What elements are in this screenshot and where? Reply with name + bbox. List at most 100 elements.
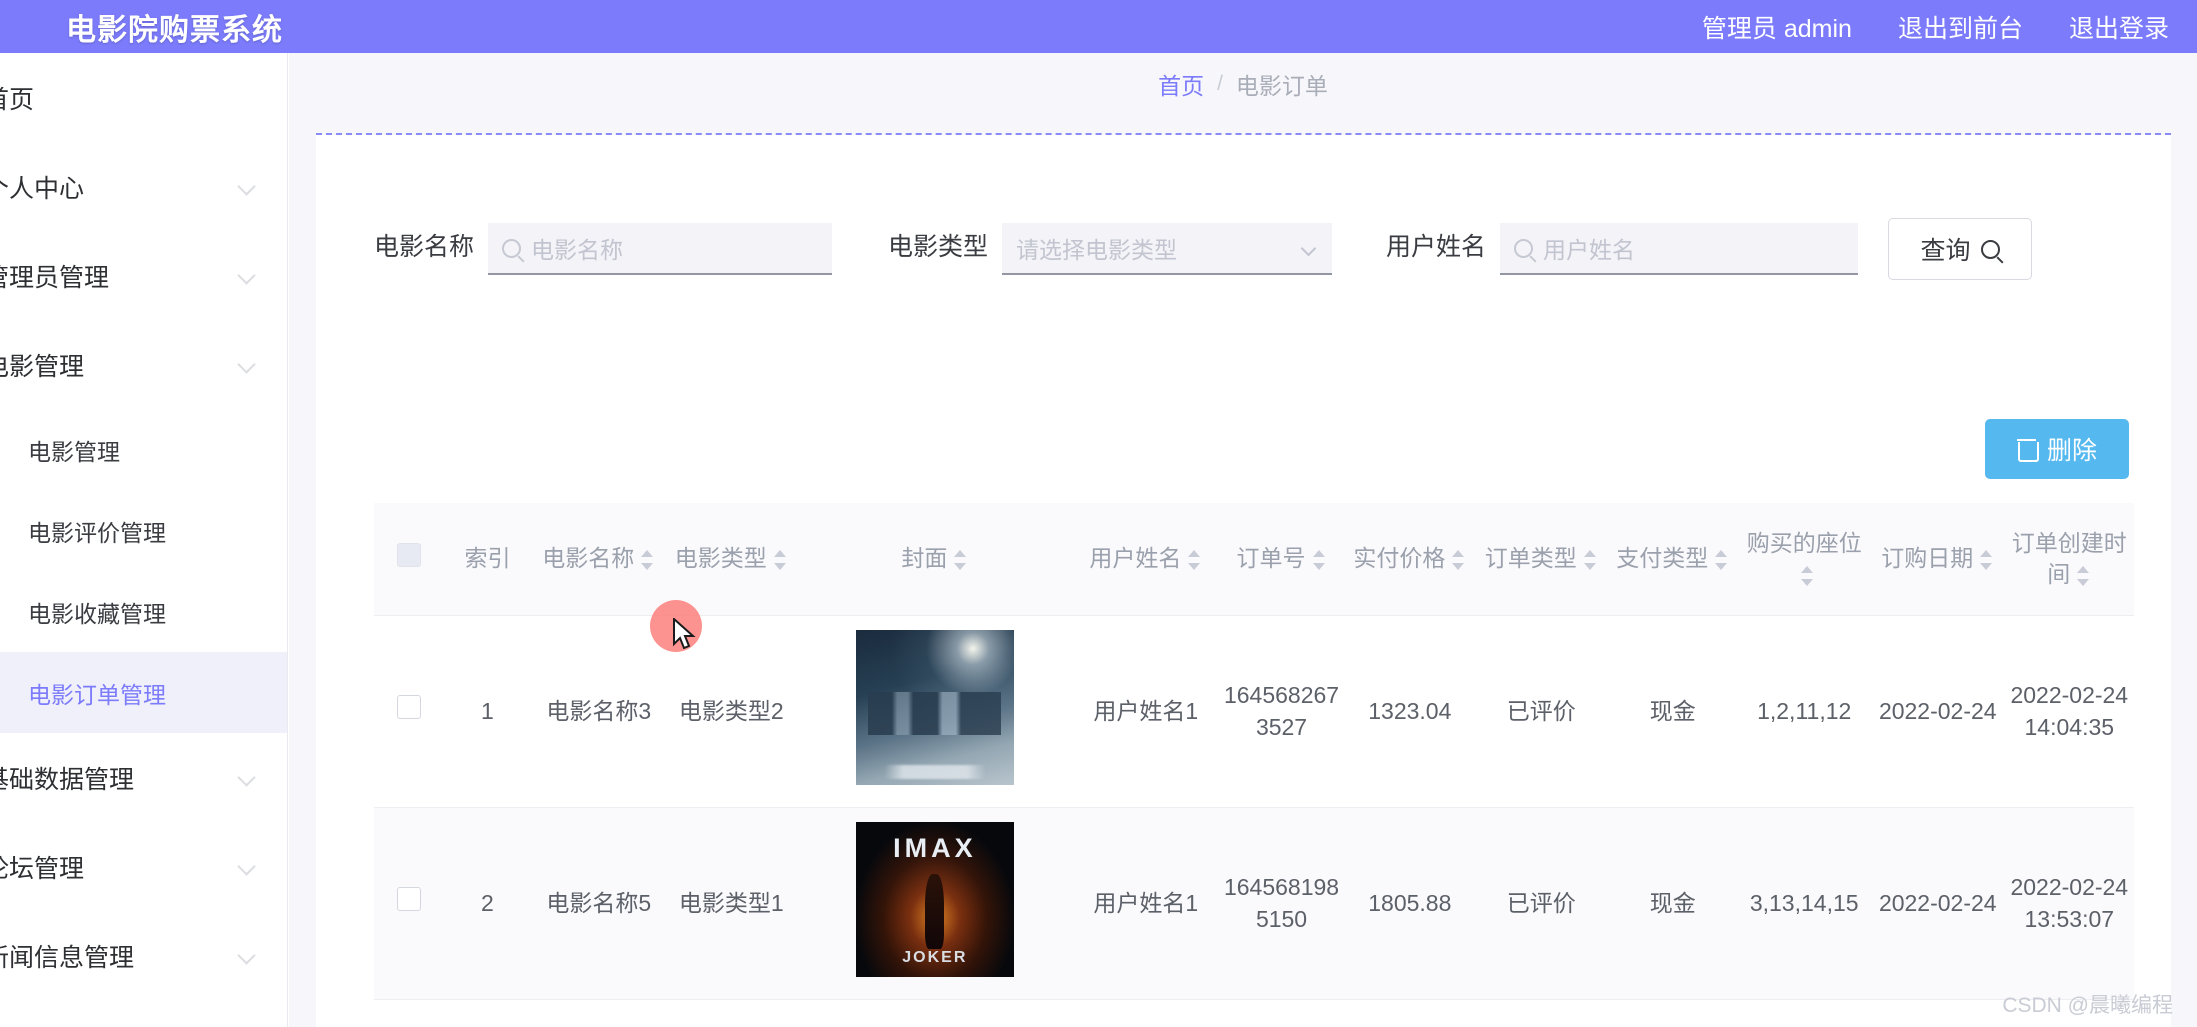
sort-icon[interactable]: [2075, 563, 2091, 589]
movie-name-filter: 电影名称 电影名称: [374, 223, 833, 275]
trash-icon: [2016, 438, 2039, 462]
movie-type-select[interactable]: 请选择电影类型: [1002, 223, 1333, 275]
table-row[interactable]: 2 电影名称5 电影类型1 IMAX JOKER 用户姓名1 164568198…: [374, 807, 2134, 1000]
query-button-label: 查询: [1920, 237, 1971, 265]
cell-movie-name: 电影名称3: [530, 615, 667, 808]
admin-user-label[interactable]: 管理员 admin: [1702, 9, 1852, 45]
column-label: 电影名称: [542, 545, 635, 572]
column-header-created-at[interactable]: 订单创建时间: [2004, 503, 2134, 616]
column-header-price[interactable]: 实付价格: [1345, 503, 1475, 616]
movie-poster-image[interactable]: [855, 629, 1014, 785]
table-row[interactable]: 1 电影名称3 电影类型2 用户姓名1 1645682673527 1323.0…: [374, 615, 2134, 808]
sidebar-nav: 首页 个人中心 管理员管理 电影管理 电影管理 电影评价管理 电影收藏管理 电影…: [0, 53, 288, 1027]
sidebar-item-label: 首页: [0, 85, 35, 114]
poster-title-text: JOKER: [902, 949, 968, 967]
column-label: 订单类型: [1484, 545, 1577, 572]
sidebar-subitem-label: 电影评价管理: [28, 519, 166, 546]
query-button[interactable]: 查询: [1888, 218, 2033, 280]
sidebar-subitem-movie-order-management[interactable]: 电影订单管理: [0, 652, 287, 733]
chevron-down-icon: [237, 354, 259, 376]
sort-icon[interactable]: [772, 547, 788, 573]
select-all-header: [374, 503, 444, 616]
column-label: 电影类型: [674, 545, 767, 572]
sidebar-item-label: 新闻信息管理: [0, 943, 135, 972]
sidebar-item-news-info-management[interactable]: 新闻信息管理: [0, 911, 287, 1000]
cell-order-type: 已评价: [1474, 807, 1609, 1000]
breadcrumb-home-link[interactable]: 首页: [1158, 67, 1204, 101]
sidebar-item-movie-management[interactable]: 电影管理: [0, 320, 287, 409]
orders-table-wrapper: 索引 电影名称 电影类型 封面 用户姓名 订单号 实付价格 订单类型 支付类型 …: [374, 503, 2134, 1027]
cell-created-at: 2022-02-24 14:04:35: [2004, 615, 2134, 808]
column-header-order-type[interactable]: 订单类型: [1474, 503, 1609, 616]
exit-to-frontend-link[interactable]: 退出到前台: [1898, 9, 2023, 45]
user-name-filter: 用户姓名 用户姓名: [1386, 223, 1859, 275]
movie-name-input[interactable]: 电影名称: [488, 223, 833, 275]
sidebar-item-basic-data-management[interactable]: 基础数据管理: [0, 733, 287, 822]
sort-icon[interactable]: [1799, 563, 1815, 589]
cell-pay-type: 现金: [1608, 615, 1738, 808]
column-header-index: 索引: [443, 503, 531, 616]
sort-icon[interactable]: [952, 547, 968, 573]
sidebar-item-label: 电影管理: [0, 352, 85, 381]
sidebar-subitem-movie-favorite-management[interactable]: 电影收藏管理: [0, 571, 287, 652]
cell-order-no: 1645681985150: [1217, 807, 1346, 1000]
movie-poster-image[interactable]: IMAX JOKER: [855, 821, 1014, 977]
logout-link[interactable]: 退出登录: [2069, 9, 2169, 45]
sidebar-item-home[interactable]: 首页: [0, 53, 287, 142]
sidebar-item-label: 管理员管理: [0, 263, 110, 292]
column-label: 订单号: [1236, 545, 1306, 572]
sidebar-item-label: 论坛管理: [0, 854, 85, 883]
chevron-down-icon: [237, 767, 259, 789]
sort-icon[interactable]: [1713, 547, 1729, 573]
chevron-down-icon: [1302, 243, 1318, 253]
sort-icon[interactable]: [1978, 547, 1994, 573]
column-label: 支付类型: [1616, 545, 1709, 572]
user-name-input[interactable]: 用户姓名: [1500, 223, 1859, 275]
breadcrumb-separator-icon: /: [1217, 72, 1223, 95]
header-actions: 管理员 admin 退出到前台 退出登录: [1702, 9, 2169, 45]
sidebar-item-label: 个人中心: [0, 174, 85, 203]
sort-icon[interactable]: [1311, 547, 1327, 573]
column-header-cover[interactable]: 封面: [795, 503, 1074, 616]
movie-type-placeholder: 请选择电影类型: [1016, 237, 1178, 263]
sort-icon[interactable]: [1450, 547, 1466, 573]
sidebar-item-personal-center[interactable]: 个人中心: [0, 142, 287, 231]
column-header-user-name[interactable]: 用户姓名: [1073, 503, 1218, 616]
column-label: 订单创建时间: [2011, 529, 2127, 587]
search-icon: [1514, 238, 1534, 258]
column-header-order-date[interactable]: 订购日期: [1870, 503, 2005, 616]
row-checkbox[interactable]: [396, 695, 421, 719]
cell-price: 1323.04: [1345, 615, 1475, 808]
sidebar-subitem-movie-management[interactable]: 电影管理: [0, 409, 287, 490]
cell-seats: 3,13,14,15: [1737, 807, 1871, 1000]
search-filter-bar: 电影名称 电影名称 电影类型 请选择电影类型 用户姓名 用户姓名 查询: [316, 209, 2171, 289]
sort-icon[interactable]: [1186, 547, 1202, 573]
column-header-seats[interactable]: 购买的座位: [1737, 503, 1871, 616]
movie-name-label: 电影名称: [374, 233, 475, 261]
column-header-movie-name[interactable]: 电影名称: [530, 503, 667, 616]
column-header-pay-type[interactable]: 支付类型: [1608, 503, 1738, 616]
select-all-checkbox[interactable]: [396, 542, 421, 567]
column-header-order-no[interactable]: 订单号: [1217, 503, 1346, 616]
sidebar-subitem-label: 电影收藏管理: [28, 600, 166, 627]
cell-movie-type: 电影类型2: [666, 615, 796, 808]
user-name-placeholder: 用户姓名: [1543, 237, 1636, 263]
column-header-movie-type[interactable]: 电影类型: [666, 503, 796, 616]
chevron-down-icon: [237, 945, 259, 967]
sort-icon[interactable]: [1582, 547, 1598, 573]
cell-index: 2: [443, 807, 531, 1000]
sidebar-subitem-label: 电影管理: [28, 438, 120, 465]
main-content: 首页 / 电影订单 电影名称 电影名称 电影类型 请选择电影类型 用户姓名 用户…: [289, 53, 2197, 1027]
row-checkbox[interactable]: [396, 887, 421, 912]
movie-name-placeholder: 电影名称: [531, 237, 624, 263]
sort-icon[interactable]: [639, 547, 655, 573]
row-select-cell: [374, 807, 444, 1000]
delete-button-label: 删除: [2046, 437, 2097, 465]
sidebar-item-admin-management[interactable]: 管理员管理: [0, 231, 287, 320]
sidebar-subitem-movie-review-management[interactable]: 电影评价管理: [0, 490, 287, 571]
movie-type-filter: 电影类型 请选择电影类型: [888, 223, 1333, 275]
delete-button[interactable]: 删除: [1985, 419, 2129, 479]
cell-movie-name: 电影名称5: [530, 807, 667, 1000]
cell-user-name: 用户姓名1: [1073, 807, 1218, 1000]
sidebar-item-forum-management[interactable]: 论坛管理: [0, 822, 287, 911]
